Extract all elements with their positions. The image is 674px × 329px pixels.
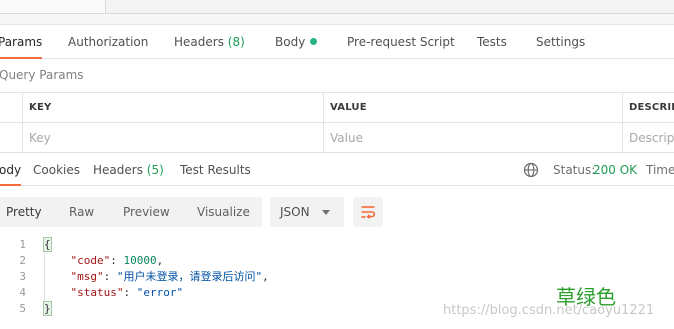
tab-response-body[interactable]: ody <box>0 154 22 186</box>
tab-headers[interactable]: Headers (8) <box>174 25 245 59</box>
code-line: { <box>43 237 52 253</box>
wrap-lines-button[interactable] <box>353 197 383 227</box>
view-pretty-button[interactable]: Pretty <box>6 197 42 227</box>
tab-response-headers[interactable]: Headers (5) <box>93 154 164 186</box>
chevron-down-icon <box>322 210 330 215</box>
code-line: "status": "error" <box>44 285 184 301</box>
tab-label: Settings <box>536 35 586 49</box>
json-key: "msg" <box>70 270 104 283</box>
json-tail: , <box>156 254 164 267</box>
json-key: "code" <box>70 254 111 267</box>
tab-count: (5) <box>146 163 164 177</box>
wrap-lines-icon <box>361 206 376 219</box>
watermark-url: https://blog.csdn.net/caoyu1221 <box>443 303 655 318</box>
line-number: 5 <box>19 302 26 315</box>
tab-tests[interactable]: Tests <box>477 25 507 59</box>
url-input[interactable] <box>106 0 674 14</box>
request-tabs: Params Authorization Headers (8) Body Pr… <box>0 25 674 59</box>
line-number: 2 <box>19 254 26 267</box>
tab-label: Body <box>275 35 306 49</box>
url-bar-area <box>0 0 674 25</box>
json-value: "用户未登录，请登录后访问" <box>116 270 263 283</box>
json-separator: : <box>103 270 117 283</box>
json-value: 10000 <box>123 254 157 267</box>
tab-authorization[interactable]: Authorization <box>68 25 148 59</box>
tab-label: Params <box>0 35 43 49</box>
tab-pre-request-script[interactable]: Pre-request Script <box>347 25 455 59</box>
json-value: "error" <box>136 286 184 299</box>
tab-label: Authorization <box>68 35 149 49</box>
line-number: 3 <box>19 270 26 283</box>
value-input[interactable]: Value <box>323 123 622 153</box>
json-separator: : <box>123 286 137 299</box>
view-mode-group: Pretty Raw Preview Visualize <box>0 197 262 227</box>
tab-count: (8) <box>227 35 245 49</box>
view-visualize-button[interactable]: Visualize <box>197 197 250 227</box>
code-line: "msg": "用户未登录，请登录后访问", <box>44 269 269 285</box>
row-checkbox[interactable] <box>0 123 22 153</box>
description-input[interactable]: Descript <box>622 123 674 153</box>
query-params-table: KEY VALUE DESCRIPT Key Value Descript <box>0 92 674 153</box>
tab-params[interactable]: Params <box>0 25 43 59</box>
key-input[interactable]: Key <box>22 123 323 153</box>
open-brace: { <box>43 237 52 252</box>
globe-icon[interactable] <box>523 162 539 178</box>
format-select-value: JSON <box>280 205 310 219</box>
time-label: Time: <box>646 163 674 177</box>
response-tabs: ody Cookies Headers (5) Test Results Sta… <box>0 154 674 186</box>
column-header-value: VALUE <box>323 93 622 123</box>
tab-label: Headers <box>93 163 143 177</box>
row-checkbox-column <box>0 93 22 123</box>
json-tail: , <box>262 270 269 283</box>
view-preview-button[interactable]: Preview <box>123 197 170 227</box>
view-raw-button[interactable]: Raw <box>69 197 94 227</box>
tab-label: Test Results <box>180 163 251 177</box>
line-number: 4 <box>19 286 26 299</box>
column-header-key: KEY <box>22 93 323 123</box>
tab-cookies[interactable]: Cookies <box>33 154 80 186</box>
code-line: } <box>43 301 52 317</box>
json-key: "status" <box>70 286 124 299</box>
table-row: Key Value Descript <box>0 123 674 153</box>
code-line: "code": 10000, <box>44 253 164 269</box>
query-params-title: Query Params <box>0 68 84 82</box>
tab-label: Headers <box>174 35 224 49</box>
status-label: Status: <box>553 163 596 177</box>
modified-dot-icon <box>310 38 318 45</box>
tab-label: ody <box>0 163 22 177</box>
table-header-row: KEY VALUE DESCRIPT <box>0 93 674 123</box>
json-separator: : <box>110 254 124 267</box>
status-value: 200 OK <box>593 163 638 177</box>
tab-body[interactable]: Body <box>275 25 318 59</box>
method-selector[interactable] <box>0 0 106 14</box>
column-header-description: DESCRIPT <box>622 93 674 123</box>
close-brace: } <box>43 301 52 316</box>
tab-label: Pre-request Script <box>347 35 455 49</box>
format-select[interactable]: JSON <box>270 197 344 227</box>
tab-label: Cookies <box>33 163 80 177</box>
tab-label: Tests <box>477 35 507 49</box>
tab-test-results[interactable]: Test Results <box>180 154 251 186</box>
line-number: 1 <box>19 238 26 251</box>
tab-settings[interactable]: Settings <box>536 25 585 59</box>
